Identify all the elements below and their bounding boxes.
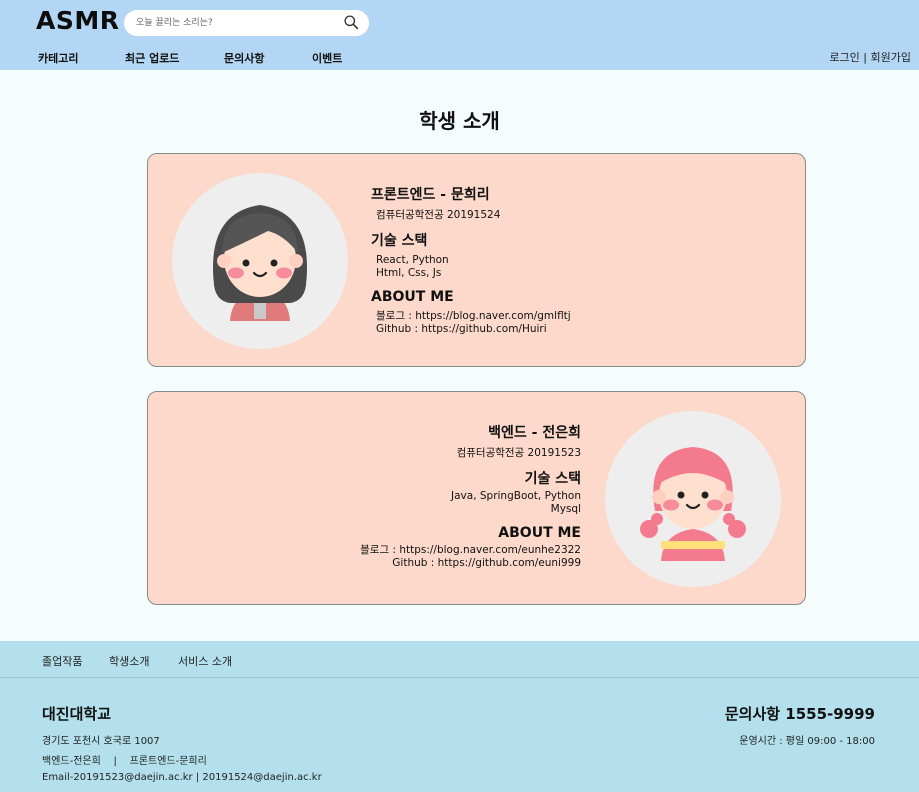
page-title: 학생 소개 bbox=[419, 109, 500, 133]
footer-hours: 운영시간 : 평일 09:00 - 18:00 bbox=[739, 736, 875, 747]
about-heading: ABOUT ME bbox=[498, 525, 581, 541]
signup-link[interactable]: 회원가입 bbox=[871, 51, 911, 64]
header: ASMR 카테고리 최근 업로드 문의사항 이벤트 로그인 | 회원가입 bbox=[0, 0, 919, 70]
blog-link[interactable]: 블로그 : https://blog.naver.com/gmlfltj bbox=[376, 310, 571, 323]
university-name: 대진대학교 bbox=[42, 705, 112, 723]
auth-separator: | bbox=[859, 51, 871, 64]
search-input[interactable] bbox=[136, 10, 336, 36]
footer-link-graduation-project[interactable]: 졸업작품 bbox=[42, 653, 82, 669]
footer-link-student-intro[interactable]: 학생소개 bbox=[109, 653, 149, 669]
footer-contact: 문의사항 1555-9999 bbox=[724, 705, 875, 723]
footer-address: 경기도 포천시 호국로 1007 bbox=[42, 736, 160, 747]
avatar bbox=[172, 173, 348, 349]
student-major: 컴퓨터공학전공 20191524 bbox=[376, 209, 501, 221]
student-info: 백엔드 - 전은희 컴퓨터공학전공 20191523 기술 스택 Java, S… bbox=[360, 422, 581, 570]
nav-recent-upload[interactable]: 최근 업로드 bbox=[125, 50, 179, 66]
avatar bbox=[605, 411, 781, 587]
search-icon[interactable] bbox=[343, 14, 360, 31]
logo[interactable]: ASMR bbox=[36, 6, 119, 35]
stack-line: Java, SpringBoot, Python bbox=[451, 490, 581, 502]
girl-avatar-icon bbox=[640, 447, 746, 561]
girl-avatar-icon bbox=[212, 205, 308, 321]
nav-event[interactable]: 이벤트 bbox=[312, 50, 342, 66]
search-bar[interactable] bbox=[124, 10, 369, 36]
auth-links: 로그인 | 회원가입 bbox=[829, 49, 911, 65]
footer-members: 백엔드-전은희 | 프론트엔드-문희리 bbox=[42, 756, 207, 767]
student-card-backend: 백엔드 - 전은희 컴퓨터공학전공 20191523 기술 스택 Java, S… bbox=[147, 391, 806, 605]
footer-link-service-intro[interactable]: 서비스 소개 bbox=[178, 653, 232, 669]
stack-line: React, Python bbox=[376, 254, 449, 266]
student-role-name: 프론트엔드 - 문희리 bbox=[371, 187, 490, 203]
student-info: 프론트엔드 - 문희리 컴퓨터공학전공 20191524 기술 스택 React… bbox=[371, 184, 576, 336]
github-link[interactable]: Github : https://github.com/Huiri bbox=[376, 323, 571, 336]
footer-nav: 졸업작품 학생소개 서비스 소개 bbox=[0, 641, 919, 678]
stack-heading: 기술 스택 bbox=[524, 471, 581, 487]
student-major: 컴퓨터공학전공 20191523 bbox=[456, 447, 581, 459]
github-link[interactable]: Github : https://github.com/euni999 bbox=[360, 557, 581, 570]
nav-inquiry[interactable]: 문의사항 bbox=[224, 50, 264, 66]
stack-line: Html, Css, Js bbox=[376, 267, 442, 279]
nav-category[interactable]: 카테고리 bbox=[38, 50, 78, 66]
footer: 대진대학교 경기도 포천시 호국로 1007 백엔드-전은희 | 프론트엔드-문… bbox=[0, 678, 919, 792]
blog-link[interactable]: 블로그 : https://blog.naver.com/eunhe2322 bbox=[360, 544, 581, 557]
about-heading: ABOUT ME bbox=[371, 289, 454, 305]
student-role-name: 백엔드 - 전은희 bbox=[488, 425, 581, 441]
student-card-frontend: 프론트엔드 - 문희리 컴퓨터공학전공 20191524 기술 스택 React… bbox=[147, 153, 806, 367]
login-link[interactable]: 로그인 bbox=[829, 51, 859, 64]
footer-email: Email-20191523@daejin.ac.kr | 20191524@d… bbox=[42, 772, 322, 783]
stack-heading: 기술 스택 bbox=[371, 233, 428, 249]
stack-line: Mysql bbox=[550, 503, 581, 515]
